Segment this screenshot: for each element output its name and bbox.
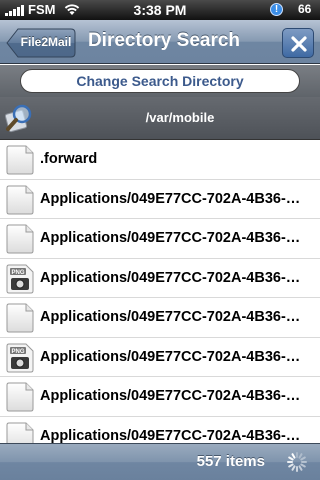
document-icon (6, 303, 34, 333)
page-title: Directory Search (87, 30, 241, 51)
file-row[interactable]: Applications/049E77CC-702A-4B36-90BE- (0, 416, 320, 444)
document-icon (6, 224, 34, 254)
file-name: Applications/049E77CC-702A-4B36-90BE- (40, 427, 308, 444)
loading-spinner-icon (287, 452, 307, 472)
back-button[interactable]: File2Mail (6, 28, 76, 58)
spinner-tick (300, 463, 306, 468)
file-name: Applications/049E77CC-702A-4B36-90BE- (40, 190, 308, 207)
file-name: Applications/049E77CC-702A-4B36-90BE- (40, 230, 308, 246)
svg-text:PNG: PNG (11, 349, 24, 355)
status-bar: FSM 3:38 PM ! 66 (0, 0, 320, 20)
navigation-bar: File2Mail Directory Search (0, 20, 320, 64)
spinner-tick (291, 465, 296, 471)
file-row[interactable]: Applications/049E77CC-702A-4B36-90BE- (0, 298, 320, 338)
close-x-icon (291, 36, 307, 52)
file-list[interactable]: .forward Applications/049E77CC-702A-4B36-… (0, 140, 320, 444)
close-button[interactable] (282, 28, 314, 58)
alarm-icon: ! (270, 3, 283, 16)
spinner-tick (291, 453, 296, 459)
document-icon (6, 185, 34, 214)
file-name: Applications/049E77CC-702A-4B36-90BE- (40, 269, 308, 286)
back-button-label: File2Mail (20, 35, 72, 49)
change-search-directory-button[interactable]: Change Search Directory (20, 69, 300, 93)
file-row[interactable]: Applications/049E77CC-702A-4B36-90BE- (0, 179, 320, 219)
file-name: Applications/049E77CC-702A-4B36-90BE- (40, 309, 308, 325)
document-icon (6, 145, 34, 175)
spinner-tick (288, 463, 294, 468)
file-row[interactable]: PNG Applications/049E77CC-702A-4B36-90BE- (0, 258, 320, 298)
file-name: Applications/049E77CC-702A-4B36-90BE- (40, 348, 308, 365)
current-directory-header: /var/mobile (0, 97, 320, 140)
file-row[interactable]: Applications/049E77CC-702A-4B36-90BE- (0, 219, 320, 259)
battery-level: 66 (298, 2, 312, 16)
file-row[interactable]: Applications/049E77CC-702A-4B36-90BE- (0, 377, 320, 417)
bottom-toolbar: 557 items (0, 443, 320, 480)
spinner-tick (298, 465, 303, 471)
png-image-icon: PNG (6, 343, 34, 372)
file-row[interactable]: PNG Applications/049E77CC-702A-4B36-90BE- (0, 337, 320, 377)
file-name: Applications/049E77CC-702A-4B36-90BE- (40, 388, 308, 404)
file-row[interactable]: .forward (0, 140, 320, 180)
directory-path: /var/mobile (145, 110, 215, 125)
item-count: 557 items (196, 453, 265, 470)
spinner-tick (300, 456, 306, 461)
document-icon (6, 422, 34, 444)
png-image-icon: PNG (6, 264, 34, 293)
svg-text:PNG: PNG (11, 270, 24, 276)
spinner-tick (288, 456, 294, 461)
search-folder-icon (4, 104, 32, 133)
document-icon (6, 382, 34, 412)
spinner-tick (298, 453, 303, 459)
change-directory-bar: Change Search Directory (0, 65, 320, 97)
file-name: .forward (40, 151, 98, 167)
